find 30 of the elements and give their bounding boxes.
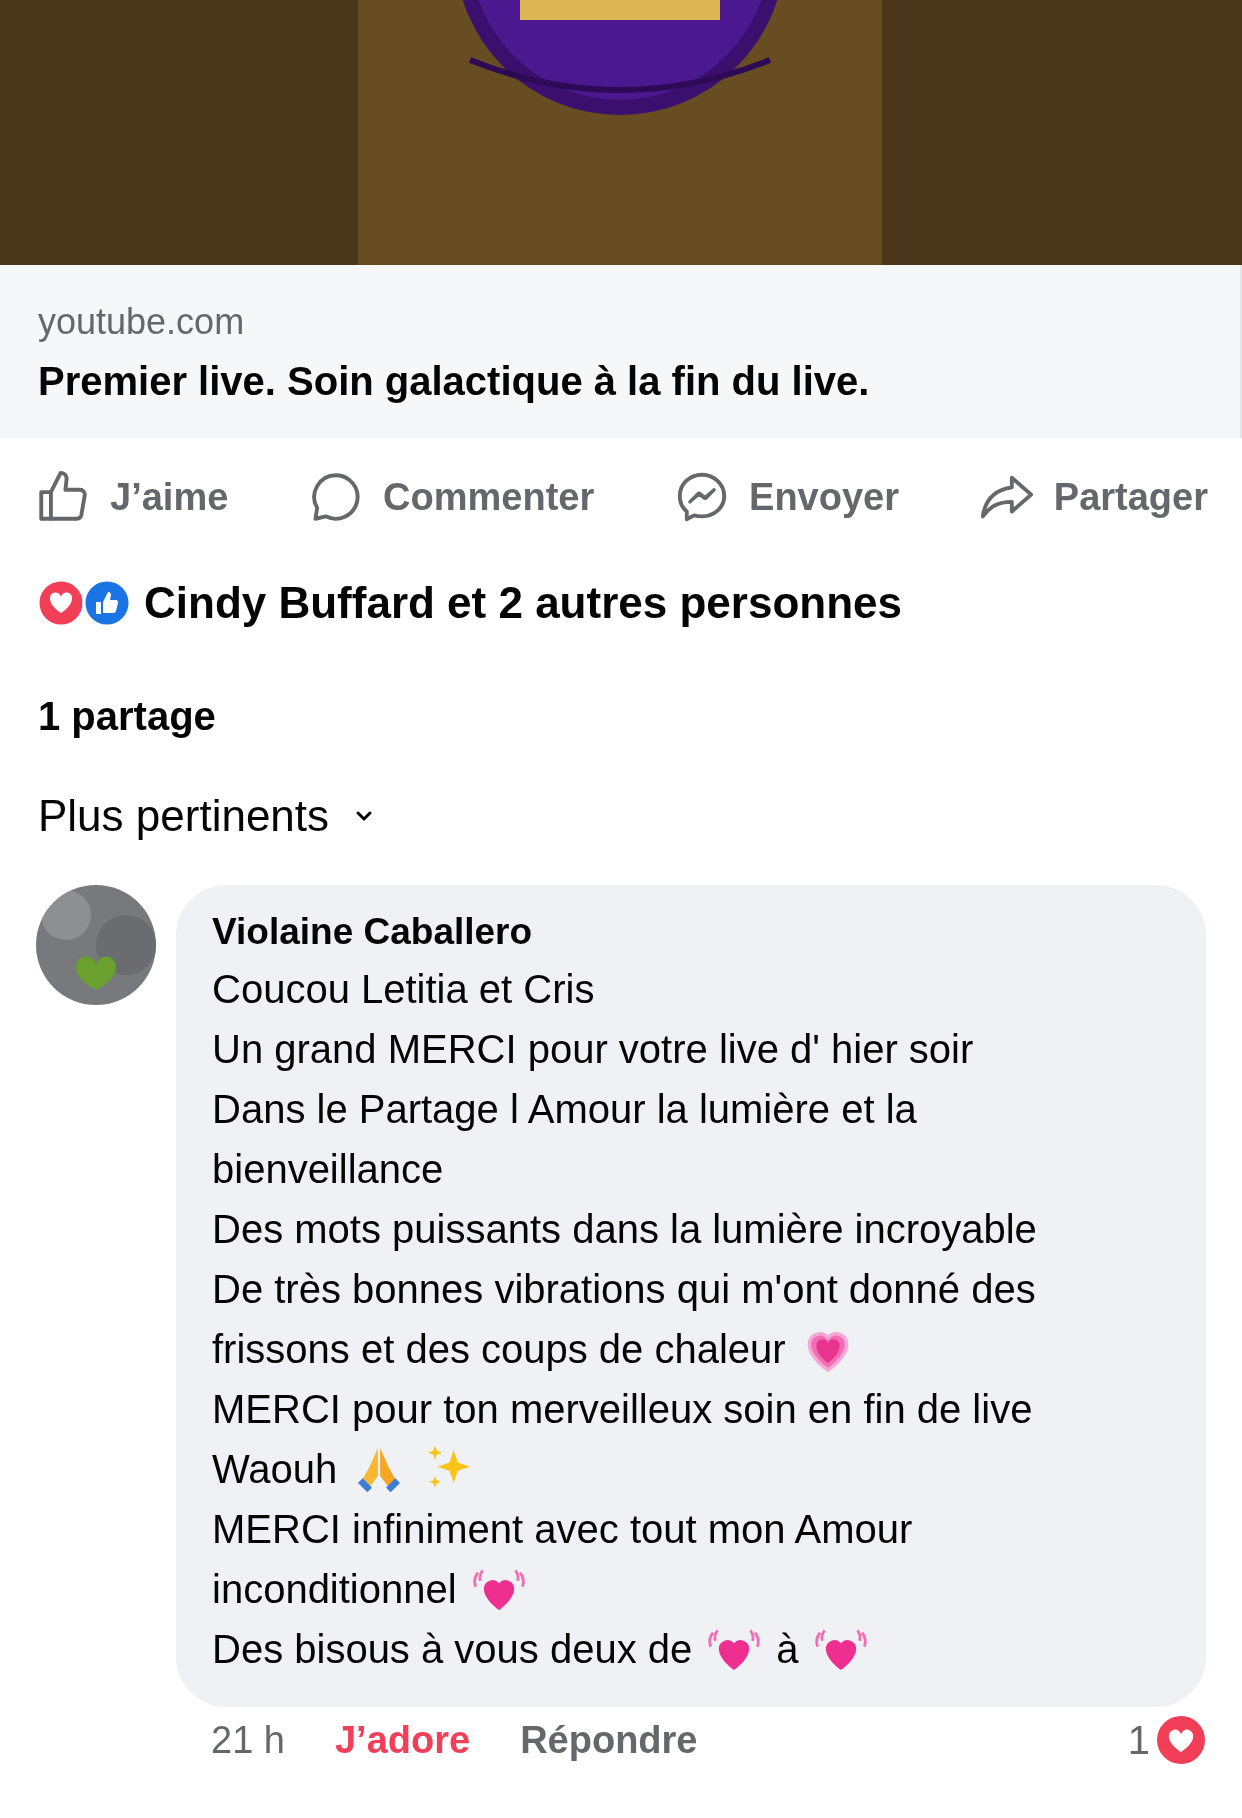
comment-text: bienveillance (212, 1146, 444, 1193)
share-count[interactable]: 1 partage (0, 694, 1242, 739)
comment-author[interactable]: Violaine Caballero (212, 911, 1176, 953)
chevron-down-icon (355, 810, 374, 822)
link-preview-card[interactable]: youtube.com Premier live. Soin galactique à la fin du live. (0, 265, 1242, 438)
comment-button[interactable]: Commenter (307, 468, 595, 526)
comment-text: MERCI pour ton merveilleux soin en fin de live (212, 1386, 1033, 1433)
comment-text: frissons et des coups de chaleur (212, 1326, 786, 1373)
send-button[interactable]: Envoyer (673, 468, 899, 526)
comment-text: MERCI infiniment avec tout mon Amour (212, 1506, 913, 1553)
link-title: Premier live. Soin galactique à la fin du live. (38, 359, 871, 404)
reaction-count: 1 (1127, 1717, 1150, 1763)
comment-text: Des mots puissants dans la lumière incroyable (212, 1206, 1037, 1253)
comment-text: Waouh (212, 1446, 338, 1493)
comment-text: Un grand MERCI pour votre live d' hier soir (212, 1026, 974, 1073)
love-reaction-button[interactable]: J’adore (334, 1718, 471, 1762)
sort-dropdown[interactable]: Plus pertinents (0, 791, 412, 841)
comment-text: Coucou Letitia et Cris (212, 966, 595, 1013)
share-button[interactable]: Partager (977, 468, 1208, 526)
comment-text: Dans le Partage l Amour la lumière et la (212, 1086, 917, 1133)
reply-button[interactable]: Répondre (520, 1718, 698, 1762)
comment-text: à (776, 1626, 799, 1673)
comment-text: inconditionnel (212, 1566, 457, 1613)
heart-reaction-icon (1156, 1715, 1206, 1765)
comment-time: 21 h (211, 1718, 285, 1762)
link-domain: youtube.com (38, 301, 246, 343)
like-button[interactable]: J’aime (34, 468, 229, 526)
reactions-summary[interactable]: Cindy Buffard et 2 autres personnes (144, 578, 902, 628)
comment-text: Des bisous à vous deux de (212, 1626, 693, 1673)
comment-text: De très bonnes vibrations qui m'ont donné des (212, 1266, 1036, 1313)
